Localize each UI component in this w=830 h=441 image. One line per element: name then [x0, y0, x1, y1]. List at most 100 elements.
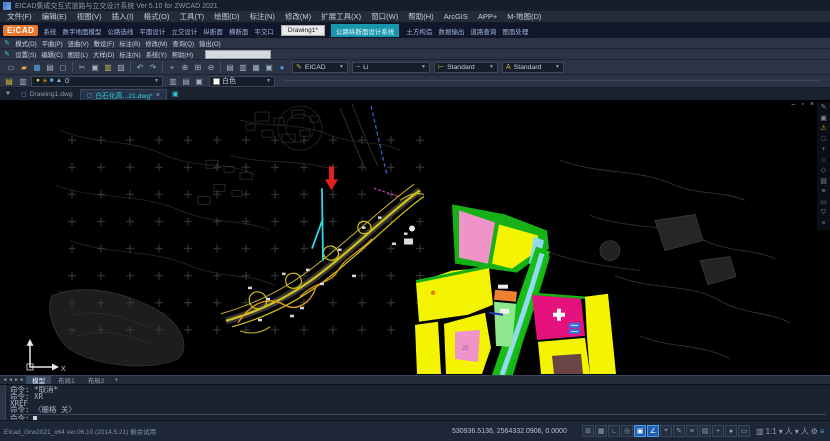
otrack-icon[interactable]: ∠ — [647, 425, 659, 437]
cut-icon[interactable]: ✂ — [76, 62, 88, 73]
design-tool-button[interactable]: 竖曲(V) — [65, 39, 91, 48]
side-menu-icon[interactable]: ≡ — [821, 188, 825, 196]
side-box-icon[interactable]: □ — [821, 136, 825, 144]
new-icon[interactable]: ▭ — [5, 62, 17, 73]
ortho-icon[interactable]: ∟ — [608, 425, 620, 437]
layer-thaw-sun-icon[interactable]: ☀ — [41, 77, 49, 85]
copy-icon[interactable]: ▣ — [89, 62, 101, 73]
design-tool-button[interactable]: 设置(S) — [13, 50, 39, 59]
design-tool-button[interactable]: 平曲(P) — [39, 39, 65, 48]
chevron-down-icon[interactable]: ▼ — [555, 64, 560, 70]
textstyle-combo[interactable]: A Standard ▼ — [502, 62, 564, 73]
selection-cycling-icon[interactable]: + — [712, 425, 724, 437]
menu-item[interactable]: 文件(F) — [2, 11, 37, 22]
linetype-combo[interactable]: ~ Li ▼ — [352, 62, 430, 73]
zoom-window-icon[interactable]: ⊞ — [192, 62, 204, 73]
layer-manager-icon[interactable]: ▥ — [17, 76, 29, 87]
match-properties-icon[interactable]: ▨ — [115, 62, 127, 73]
snap-icon[interactable]: ▦ — [595, 425, 607, 437]
child-close-icon[interactable]: × — [810, 101, 814, 109]
menu-item[interactable]: 窗口(W) — [366, 11, 403, 22]
dynamic-ucs-icon[interactable]: ⌖ — [660, 425, 672, 437]
transparency-icon[interactable]: ▤ — [699, 425, 711, 437]
side-circle-icon[interactable]: ○ — [821, 157, 825, 165]
plot-icon[interactable]: ▤ — [44, 62, 56, 73]
print-preview-icon[interactable]: ◻ — [57, 62, 69, 73]
eicad-menu-item[interactable]: 纵断面 — [200, 26, 226, 36]
eicad-menu-item[interactable]: 图面处理 — [499, 26, 531, 36]
design-tool-button[interactable]: 敷设(F) — [91, 39, 117, 48]
design-tool-button[interactable]: 查询(Q) — [170, 39, 197, 48]
design-tool-button[interactable]: 图层(L) — [65, 50, 90, 59]
design-tool-button[interactable]: 帮助(H) — [169, 50, 195, 59]
menu-item[interactable]: M-地图(D) — [502, 11, 546, 22]
design-tool-button[interactable]: 模式(D) — [13, 39, 39, 48]
layer-previous-icon[interactable]: ▥ — [167, 76, 179, 87]
scale-list-icon[interactable]: ▾ — [779, 427, 783, 436]
menu-item[interactable]: 格式(O) — [139, 11, 175, 22]
eicad-menu-item[interactable]: 系统 — [40, 26, 59, 36]
eicad-menu-item[interactable]: 道路查询 — [467, 26, 499, 36]
chevron-down-icon[interactable]: ▼ — [339, 64, 344, 70]
menu-item[interactable]: ArcGIS — [439, 12, 473, 21]
child-restore-icon[interactable]: ▫ — [801, 101, 803, 109]
annotation-visibility-icon[interactable]: 人 — [785, 426, 793, 437]
redo-icon[interactable]: ↷ — [147, 62, 159, 73]
layer-states-icon[interactable]: ▣ — [193, 76, 205, 87]
close-icon[interactable]: × — [156, 92, 160, 99]
model-space-icon[interactable]: ▥ — [756, 427, 764, 436]
eicad-menu-item[interactable]: 立交设计 — [168, 26, 200, 36]
eicad-menu-item[interactable]: 平交口 — [251, 26, 277, 36]
pan-icon[interactable]: + — [166, 62, 178, 73]
eicad-menu-item[interactable]: 横断面 — [226, 26, 252, 36]
layer-isolate-icon[interactable]: ▤ — [180, 76, 192, 87]
menu-item[interactable]: 插入(I) — [107, 11, 139, 22]
chevron-down-icon[interactable]: ▼ — [154, 78, 159, 84]
design-tool-button[interactable]: 系统(Y) — [143, 50, 169, 59]
annotation-auto-icon[interactable]: ▾ — [795, 427, 799, 436]
design-tool-button[interactable]: 标注(N) — [117, 50, 143, 59]
menu-item[interactable]: 绘图(D) — [209, 11, 244, 22]
design-tool-button[interactable]: 大样(D) — [91, 50, 117, 59]
design-tool-button[interactable]: 输出(O) — [197, 39, 224, 48]
polar-icon[interactable]: ◎ — [621, 425, 633, 437]
markup-icon[interactable]: ● — [276, 62, 288, 73]
annotation-scale-icon[interactable]: 1:1 — [766, 427, 777, 436]
side-edit-icon[interactable]: ✎ — [821, 104, 827, 112]
side-diamond-icon[interactable]: ◇ — [821, 167, 826, 175]
layer-plot-icon[interactable]: ▲ — [55, 77, 63, 85]
side-alert-icon[interactable]: ⚠ — [820, 125, 826, 133]
paste-icon[interactable]: ▥ — [102, 62, 114, 73]
drawing-tab-inactive[interactable]: ▢ Drawing1.dwg — [15, 89, 79, 100]
eicad-menu-item[interactable]: 数据输出 — [435, 26, 467, 36]
dynamic-input-icon[interactable]: ✎ — [673, 425, 685, 437]
infer-constraints-icon[interactable]: ⊞ — [582, 425, 594, 437]
design-tool-button[interactable]: 标注(B) — [117, 39, 143, 48]
menu-item[interactable]: 帮助(H) — [403, 11, 438, 22]
design-tool-button[interactable]: 编辑(C) — [39, 50, 65, 59]
layer-combo[interactable]: ●☀■▲ 0 ▼ — [31, 76, 163, 87]
current-document-box[interactable]: Drawing1* — [281, 25, 325, 36]
eicad-menu-item[interactable]: 公路选线 — [104, 26, 136, 36]
color-combo[interactable]: 白色 ▼ — [209, 76, 275, 87]
settings-icon[interactable]: ⚙ — [811, 427, 818, 436]
tool-palettes-icon[interactable]: ▦ — [250, 62, 262, 73]
active-module-button[interactable]: 公路纵断面设计系统 — [331, 24, 400, 37]
coordinates-display[interactable]: 530936.5136, 2564332.0906, 0.0000 — [452, 428, 567, 435]
side-list-icon[interactable]: ▤ — [820, 178, 827, 186]
layout-nav-arrow[interactable]: ▸ — [19, 377, 25, 383]
side-copy-icon[interactable]: ▣ — [820, 115, 827, 123]
side-rect-icon[interactable]: ▭ — [820, 199, 827, 207]
designcenter-icon[interactable]: ▥ — [237, 62, 249, 73]
tab-scroll-icon[interactable]: ▼ — [2, 91, 14, 97]
zoom-previous-icon[interactable]: ⊖ — [205, 62, 217, 73]
menu-item[interactable]: 修改(M) — [280, 11, 316, 22]
3d-osnap-icon[interactable]: ● — [725, 425, 737, 437]
chevron-down-icon[interactable]: ▼ — [421, 64, 426, 70]
open-icon[interactable]: ▰ — [18, 62, 30, 73]
tab-layout2[interactable]: 布局2 — [82, 376, 111, 384]
menu-item[interactable]: 工具(T) — [175, 11, 210, 22]
side-move-icon[interactable]: + — [821, 146, 825, 154]
child-minimize-icon[interactable]: – — [792, 101, 796, 109]
annotation-add-icon[interactable]: 人 — [801, 426, 809, 437]
